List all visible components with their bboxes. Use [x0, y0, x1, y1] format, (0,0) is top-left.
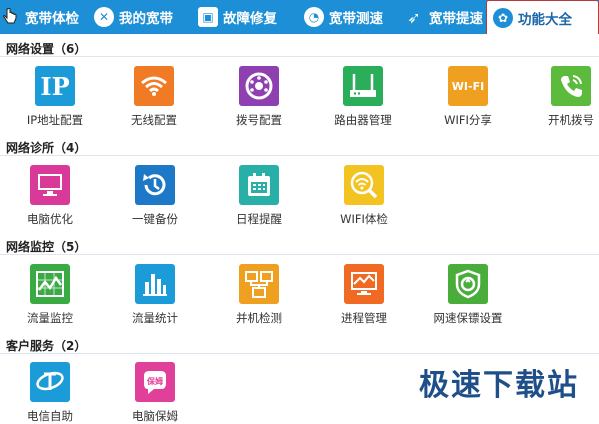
feature-shared-device-check[interactable]: 并机检测 [214, 264, 304, 326]
feature-label: 电脑优化 [27, 212, 73, 226]
telecom-icon [30, 362, 70, 402]
feature-wireless-config[interactable]: 无线配置 [109, 66, 199, 128]
section-title-network-monitor: 网络监控（5） [6, 240, 87, 254]
router-icon [343, 66, 383, 106]
feature-icon: ✿ [493, 7, 513, 28]
tab-bar: 宽带体检 ✕ 我的宽带 ▣ 故障修复 ◔ 宽带测速 ➶ 宽带提速 ✿ 功能大全 [0, 0, 599, 34]
tab-label: 宽带测速 [329, 11, 383, 27]
feature-process-management[interactable]: 进程管理 [319, 264, 409, 326]
feature-traffic-monitor[interactable]: 流量监控 [5, 264, 95, 326]
feature-label: 流量统计 [132, 311, 178, 325]
monitor-icon [30, 165, 70, 205]
process-icon [344, 264, 384, 304]
feature-pc-nanny[interactable]: 保姆 电脑保姆 [110, 362, 200, 424]
watermark: 极速下载站 [419, 368, 579, 403]
feature-label: 开机拨号 [548, 113, 594, 127]
tab-speed-up[interactable]: ➶ 宽带提速 [398, 0, 486, 34]
feature-label: 并机检测 [236, 311, 282, 325]
tab-my-broadband[interactable]: ✕ 我的宽带 [88, 0, 192, 34]
feature-label: 网速保镖设置 [433, 311, 503, 325]
tab-all-features[interactable]: ✿ 功能大全 [486, 0, 599, 34]
feature-label: WIFI体检 [340, 212, 388, 226]
svg-text:保姆: 保姆 [146, 376, 163, 386]
hand-cursor-icon [3, 8, 17, 24]
feature-label: 日程提醒 [236, 212, 282, 226]
feature-telecom-self-service[interactable]: 电信自助 [5, 362, 95, 424]
section-title-network-clinic: 网络诊所（4） [6, 141, 87, 155]
shield-icon [448, 264, 488, 304]
phone-icon [551, 66, 591, 106]
wifi-check-icon [344, 165, 384, 205]
feature-wifi-share[interactable]: WI-FI WIFI分享 [423, 66, 513, 128]
feature-one-key-backup[interactable]: 一键备份 [110, 165, 200, 227]
feature-traffic-stats[interactable]: 流量统计 [110, 264, 200, 326]
feature-speed-guard-settings[interactable]: 网速保镖设置 [423, 264, 513, 326]
speedometer-icon: ◔ [304, 7, 324, 27]
feature-label: 流量监控 [27, 311, 73, 325]
feature-label: 无线配置 [131, 113, 177, 127]
tab-label: 故障修复 [223, 11, 277, 27]
feature-label: 路由器管理 [334, 113, 392, 127]
feature-pc-optimize[interactable]: 电脑优化 [5, 165, 95, 227]
rocket-icon: ➶ [407, 7, 421, 27]
feature-ip-config[interactable]: IP IP地址配置 [10, 66, 100, 128]
calendar-icon [239, 165, 279, 205]
bar-chart-icon [135, 264, 175, 304]
dial-icon [239, 66, 279, 106]
section-title-customer-service: 客户服务（2） [6, 339, 87, 353]
feature-label: 一键备份 [132, 212, 178, 226]
tab-speed-test[interactable]: ◔ 宽带测速 [298, 0, 398, 34]
feature-label: 电信自助 [27, 409, 73, 423]
feature-schedule-reminder[interactable]: 日程提醒 [214, 165, 304, 227]
toolbox-icon: ▣ [198, 7, 218, 27]
broadband-icon: ✕ [94, 7, 114, 27]
wifi-icon [134, 66, 174, 106]
wifi-share-icon: WI-FI [448, 66, 488, 106]
backup-icon [135, 165, 175, 205]
divider [0, 56, 599, 57]
feature-label: 进程管理 [341, 311, 387, 325]
feature-label: IP地址配置 [26, 113, 84, 127]
feature-label: WIFI分享 [444, 113, 492, 127]
feature-router-management[interactable]: 路由器管理 [318, 66, 408, 128]
divider [0, 353, 599, 354]
feature-dial-config[interactable]: 拨号配置 [214, 66, 304, 128]
divider [0, 155, 599, 156]
tab-label: 我的宽带 [119, 11, 173, 27]
ip-icon: IP [35, 66, 75, 106]
divider [0, 254, 599, 255]
traffic-monitor-icon [30, 264, 70, 304]
feature-label: 电脑保姆 [132, 409, 178, 423]
feature-label: 拨号配置 [236, 113, 282, 127]
section-title-network-settings: 网络设置（6） [6, 42, 87, 56]
tab-label: 宽带提速 [429, 11, 483, 27]
nanny-icon: 保姆 [135, 362, 175, 402]
tab-label: 功能大全 [518, 11, 572, 28]
tab-fault-repair[interactable]: ▣ 故障修复 [192, 0, 298, 34]
feature-wifi-checkup[interactable]: WIFI体检 [319, 165, 409, 227]
tab-label: 宽带体检 [25, 11, 79, 27]
network-check-icon [239, 264, 279, 304]
feature-boot-dial[interactable]: 开机拨号 [526, 66, 599, 128]
